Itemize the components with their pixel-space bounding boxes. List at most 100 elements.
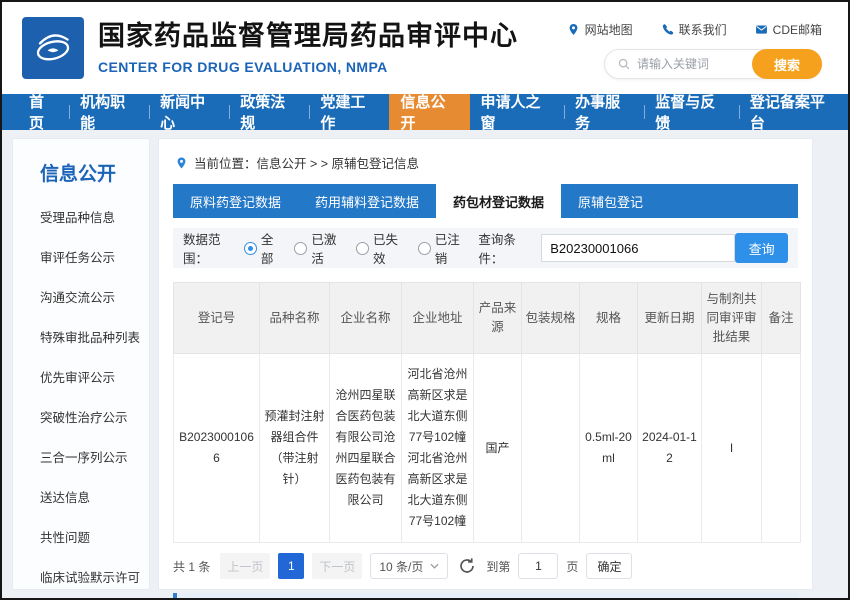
radio-option[interactable]: 已失效 bbox=[356, 229, 405, 267]
nav-item[interactable]: 登记备案平台 bbox=[739, 94, 848, 130]
pagination-total: 共 1 条 bbox=[173, 558, 210, 575]
nav-item[interactable]: 新闻中心 bbox=[149, 94, 229, 130]
table-cell bbox=[762, 354, 801, 543]
column-header: 包装规格 bbox=[522, 283, 580, 354]
sidebar-item[interactable]: 审评任务公示 bbox=[40, 236, 149, 276]
table-cell: 国产 bbox=[474, 354, 522, 543]
sidebar-item[interactable]: 优先审评公示 bbox=[40, 356, 149, 396]
logo-swoosh-icon bbox=[30, 28, 76, 68]
sidebar: 信息公开 受理品种信息审评任务公示沟通交流公示特殊审批品种列表优先审评公示突破性… bbox=[12, 138, 150, 590]
tab[interactable]: 药包材登记数据 bbox=[436, 184, 561, 218]
radio-option-label: 已注销 bbox=[435, 229, 467, 267]
chevron-down-icon bbox=[430, 563, 439, 569]
sidebar-item[interactable]: 临床试验默示许可 bbox=[40, 556, 149, 596]
goto-confirm-button[interactable]: 确定 bbox=[586, 553, 632, 579]
contact-link[interactable]: 联系我们 bbox=[661, 21, 727, 38]
radio-option-label: 全部 bbox=[261, 229, 282, 267]
table-cell: B20230001066 bbox=[174, 354, 260, 543]
site-header: 国家药品监督管理局药品审评中心 CENTER FOR DRUG EVALUATI… bbox=[2, 2, 848, 94]
table-cell: 河北省沧州高新区求是北大道东侧77号102幢河北省沧州高新区求是北大道东侧77号… bbox=[402, 354, 474, 543]
search-icon bbox=[617, 57, 631, 71]
sitemap-link[interactable]: 网站地图 bbox=[567, 21, 633, 38]
nav-item[interactable]: 政策法规 bbox=[229, 94, 309, 130]
site-titles: 国家药品监督管理局药品审评中心 CENTER FOR DRUG EVALUATI… bbox=[98, 21, 518, 74]
radio-icon bbox=[418, 242, 431, 255]
column-header: 企业名称 bbox=[330, 283, 402, 354]
nav-item[interactable]: 监督与反馈 bbox=[644, 94, 739, 130]
sidebar-item[interactable]: 共性问题 bbox=[40, 516, 149, 556]
table-cell bbox=[522, 354, 580, 543]
sidebar-item[interactable]: 三合一序列公示 bbox=[40, 436, 149, 476]
table-cell: I bbox=[702, 354, 762, 543]
column-header: 备注 bbox=[762, 283, 801, 354]
query-label: 查询条件： bbox=[478, 229, 535, 267]
site-search-bar: 搜索 bbox=[604, 49, 822, 79]
goto-page-input[interactable] bbox=[518, 553, 558, 579]
prev-page-button[interactable]: 上一页 bbox=[220, 553, 270, 579]
column-header: 产品来源 bbox=[474, 283, 522, 354]
filter-bar: 数据范围： 全部已激活已失效已注销 查询条件： 查询 bbox=[173, 228, 798, 268]
breadcrumb-text: 当前位置：信息公开 > > 原辅包登记信息 bbox=[194, 153, 419, 172]
sidebar-item[interactable]: 送达信息 bbox=[40, 476, 149, 516]
nav-item[interactable]: 申请人之窗 bbox=[470, 94, 565, 130]
sidebar-item[interactable]: 沟通交流公示 bbox=[40, 276, 149, 316]
radio-option-label: 已失效 bbox=[373, 229, 405, 267]
location-pin-icon bbox=[567, 23, 580, 36]
sidebar-items: 受理品种信息审评任务公示沟通交流公示特殊审批品种列表优先审评公示突破性治疗公示三… bbox=[40, 196, 149, 596]
query-input[interactable] bbox=[541, 234, 735, 262]
nav-item[interactable]: 办事服务 bbox=[564, 94, 644, 130]
site-search-button[interactable]: 搜索 bbox=[752, 49, 822, 79]
page-size-select[interactable]: 10 条/页 bbox=[370, 553, 448, 579]
sidebar-title: 信息公开 bbox=[40, 159, 149, 186]
nav-item[interactable]: 机构职能 bbox=[69, 94, 149, 130]
content-area: 信息公开 受理品种信息审评任务公示沟通交流公示特殊审批品种列表优先审评公示突破性… bbox=[2, 130, 848, 598]
radio-option[interactable]: 全部 bbox=[244, 229, 282, 267]
goto-label: 到第 bbox=[486, 558, 510, 575]
sidebar-item[interactable]: 突破性治疗公示 bbox=[40, 396, 149, 436]
table-cell: 沧州四星联合医药包装有限公司沧州四星联合医药包装有限公司 bbox=[330, 354, 402, 543]
radio-option[interactable]: 已激活 bbox=[294, 229, 343, 267]
table-body: B20230001066预灌封注射器组合件（带注射针）沧州四星联合医药包装有限公… bbox=[174, 354, 801, 543]
query-button[interactable]: 查询 bbox=[735, 233, 788, 263]
phone-icon bbox=[661, 23, 674, 36]
page-size-value: 10 条/页 bbox=[379, 558, 423, 575]
scope-label: 数据范围： bbox=[183, 229, 240, 267]
table-cell: 0.5ml-20ml bbox=[580, 354, 638, 543]
radio-icon bbox=[294, 242, 307, 255]
tab[interactable]: 原辅包登记 bbox=[561, 184, 660, 218]
sitemap-link-label: 网站地图 bbox=[585, 21, 633, 38]
site-subtitle: CENTER FOR DRUG EVALUATION, NMPA bbox=[98, 59, 518, 75]
breadcrumb: 当前位置：信息公开 > > 原辅包登记信息 bbox=[173, 149, 798, 184]
page-number-button[interactable]: 1 bbox=[278, 553, 304, 579]
page: 国家药品监督管理局药品审评中心 CENTER FOR DRUG EVALUATI… bbox=[0, 0, 850, 600]
main-panel: 当前位置：信息公开 > > 原辅包登记信息 原料药登记数据药用辅料登记数据药包材… bbox=[158, 138, 813, 590]
mailbox-link-label: CDE邮箱 bbox=[773, 21, 822, 38]
tab[interactable]: 药用辅料登记数据 bbox=[298, 184, 436, 218]
table-row: B20230001066预灌封注射器组合件（带注射针）沧州四星联合医药包装有限公… bbox=[174, 354, 801, 543]
radio-option[interactable]: 已注销 bbox=[418, 229, 467, 267]
next-page-button[interactable]: 下一页 bbox=[312, 553, 362, 579]
tab[interactable]: 原料药登记数据 bbox=[173, 184, 298, 218]
table-cell: 2024-01-12 bbox=[638, 354, 702, 543]
cde-logo bbox=[22, 17, 84, 79]
note-box: 说明： 1. 数据范围“全部”，不包含“已注销”2. “与制剂共同审评审批结果”… bbox=[173, 593, 798, 598]
nav-item[interactable]: 党建工作 bbox=[309, 94, 389, 130]
site-search-input[interactable] bbox=[637, 57, 749, 71]
refresh-icon[interactable] bbox=[458, 557, 476, 575]
column-header: 与制剂共同审评审批结果 bbox=[702, 283, 762, 354]
column-header: 规格 bbox=[580, 283, 638, 354]
goto-unit: 页 bbox=[566, 558, 578, 575]
sidebar-item[interactable]: 特殊审批品种列表 bbox=[40, 316, 149, 356]
data-tabs: 原料药登记数据药用辅料登记数据药包材登记数据原辅包登记 bbox=[173, 184, 798, 218]
nav-item[interactable]: 首页 bbox=[18, 94, 69, 130]
radio-icon bbox=[356, 242, 369, 255]
breadcrumb-pin-icon bbox=[175, 156, 188, 170]
column-header: 品种名称 bbox=[260, 283, 330, 354]
registration-table: 登记号品种名称企业名称企业地址产品来源包装规格规格更新日期与制剂共同审评审批结果… bbox=[173, 282, 801, 543]
table-header-row: 登记号品种名称企业名称企业地址产品来源包装规格规格更新日期与制剂共同审评审批结果… bbox=[174, 283, 801, 354]
mailbox-link[interactable]: CDE邮箱 bbox=[755, 21, 822, 38]
sidebar-item[interactable]: 受理品种信息 bbox=[40, 196, 149, 236]
header-right: 网站地图 联系我们 CDE邮箱 搜索 bbox=[567, 17, 822, 79]
contact-link-label: 联系我们 bbox=[679, 21, 727, 38]
nav-item[interactable]: 信息公开 bbox=[389, 94, 469, 130]
